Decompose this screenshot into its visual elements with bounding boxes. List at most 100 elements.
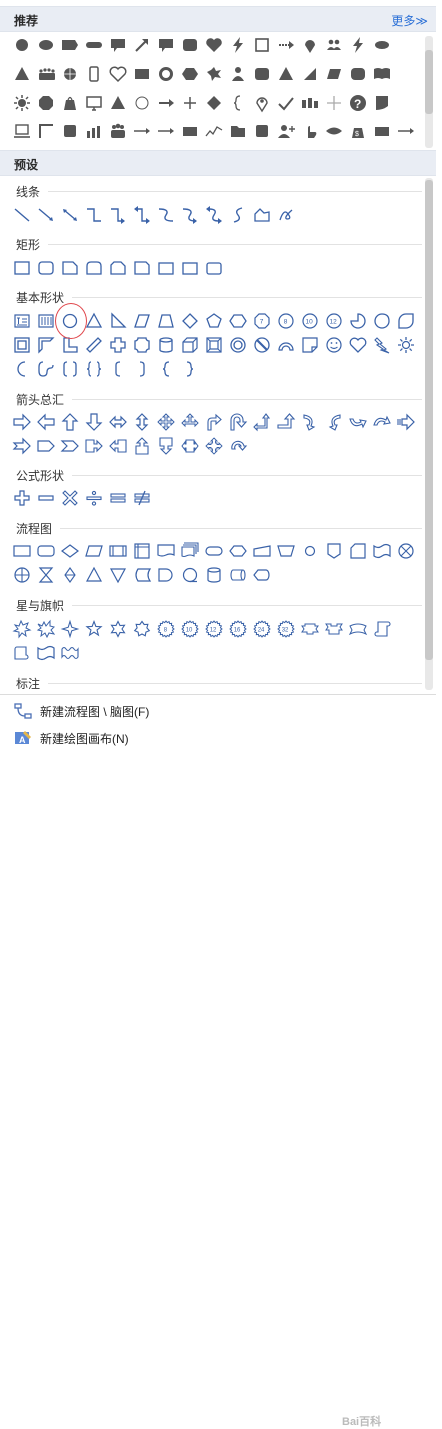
f-mult-icon[interactable] <box>59 487 81 509</box>
a-l-up-icon[interactable] <box>251 411 273 433</box>
fc-tape-icon[interactable] <box>371 540 393 562</box>
b-pie-icon[interactable] <box>347 310 369 332</box>
b-pent-icon[interactable] <box>203 310 225 332</box>
ribbon-down-icon[interactable] <box>323 618 345 640</box>
b-snip-r-icon[interactable] <box>131 257 153 279</box>
b-l-shape-icon[interactable] <box>59 334 81 356</box>
fc-disk-icon[interactable] <box>203 564 225 586</box>
b-snip1-icon[interactable] <box>59 257 81 279</box>
a-bent-icon[interactable] <box>203 411 225 433</box>
b-tri-icon[interactable] <box>83 310 105 332</box>
star-7-5-icon[interactable] <box>131 618 153 640</box>
fc-manual-op-icon[interactable] <box>275 540 297 562</box>
wave1-icon[interactable] <box>35 642 57 664</box>
fc-data-icon[interactable] <box>83 540 105 562</box>
a-bent-up-icon[interactable] <box>275 411 297 433</box>
fc-process-icon[interactable] <box>11 540 33 562</box>
b-bracket-pair-icon[interactable] <box>59 358 81 380</box>
a-striped-icon[interactable] <box>395 411 417 433</box>
star-num-10-icon[interactable]: 10 <box>179 618 201 640</box>
fc-display-icon[interactable] <box>251 564 273 586</box>
fc-merge-icon[interactable] <box>107 564 129 586</box>
fc-card-icon[interactable] <box>347 540 369 562</box>
a-curve-d-icon[interactable] <box>371 411 393 433</box>
b-textbox-icon[interactable] <box>11 310 33 332</box>
a-callout-d-icon[interactable] <box>155 435 177 457</box>
b-leaf-icon[interactable] <box>395 310 417 332</box>
freeform-icon[interactable] <box>251 204 273 226</box>
fc-term-icon[interactable] <box>203 540 225 562</box>
b-r-bracket-icon[interactable] <box>131 358 153 380</box>
fc-internal-icon[interactable] <box>131 540 153 562</box>
fc-manual-icon[interactable] <box>251 540 273 562</box>
fc-or-icon[interactable] <box>11 564 33 586</box>
f-plus-icon[interactable] <box>11 487 33 509</box>
expl2-icon[interactable] <box>35 618 57 640</box>
fc-alt-icon[interactable] <box>35 540 57 562</box>
a-curve-l-icon[interactable] <box>323 411 345 433</box>
a-u-d-icon[interactable] <box>131 411 153 433</box>
b-cross-icon[interactable] <box>107 334 129 356</box>
a-callout-r-icon[interactable] <box>83 435 105 457</box>
b-sun-icon[interactable] <box>395 334 417 356</box>
b-circle-icon[interactable] <box>59 310 81 332</box>
b-l-bracket-icon[interactable] <box>107 358 129 380</box>
preset-scroll-thumb[interactable] <box>425 180 433 660</box>
a-r-icon[interactable] <box>11 411 33 433</box>
star-num-16-icon[interactable]: 16 <box>227 618 249 640</box>
elbow-a-a-icon[interactable] <box>131 204 153 226</box>
b-no-icon[interactable] <box>251 334 273 356</box>
scribble-icon[interactable] <box>275 204 297 226</box>
new-canvas-button[interactable]: A 新建绘图画布(N) <box>14 727 129 749</box>
line-arr-icon[interactable] <box>35 204 57 226</box>
f-minus-icon[interactable] <box>35 487 57 509</box>
b-moon-icon[interactable] <box>11 358 33 380</box>
b-num-c-10-icon[interactable]: 10 <box>299 310 321 332</box>
a-circular-icon[interactable] <box>227 435 249 457</box>
b-r-brace-icon[interactable] <box>179 358 201 380</box>
a-pentagon-icon[interactable] <box>35 435 57 457</box>
scroll-v-icon[interactable] <box>371 618 393 640</box>
preset-scrollbar[interactable] <box>425 178 433 690</box>
fc-conn-icon[interactable] <box>299 540 321 562</box>
fc-multi-doc-icon[interactable] <box>179 540 201 562</box>
b-para-icon[interactable] <box>131 310 153 332</box>
f-neq-icon[interactable] <box>131 487 153 509</box>
b-plaque-icon[interactable] <box>131 334 153 356</box>
b-arc-icon[interactable] <box>275 334 297 356</box>
b-half-frame-icon[interactable] <box>35 334 57 356</box>
a-callout-l-icon[interactable] <box>107 435 129 457</box>
b-tear-icon[interactable] <box>371 310 393 332</box>
b-r-rect2-icon[interactable] <box>203 257 225 279</box>
fc-sum-junction-icon[interactable] <box>395 540 417 562</box>
f-eq-icon[interactable] <box>107 487 129 509</box>
expl1-icon[interactable] <box>11 618 33 640</box>
a-d-icon[interactable] <box>83 411 105 433</box>
elbow-a-icon[interactable] <box>107 204 129 226</box>
b-v-textbox-icon[interactable] <box>35 310 57 332</box>
b-r-rect-icon[interactable] <box>35 257 57 279</box>
b-frame-icon[interactable] <box>11 334 33 356</box>
b-donut-icon[interactable] <box>227 334 249 356</box>
curve-a-a-icon[interactable] <box>203 204 225 226</box>
b-trap-icon[interactable] <box>155 310 177 332</box>
b-l-brace-icon[interactable] <box>155 358 177 380</box>
b-heart-icon[interactable] <box>347 334 369 356</box>
a-l-r-u-icon[interactable] <box>179 411 201 433</box>
fc-decision-icon[interactable] <box>59 540 81 562</box>
fc-prep-icon[interactable] <box>227 540 249 562</box>
b-diamond-icon[interactable] <box>179 310 201 332</box>
b-num-c-8-icon[interactable]: 8 <box>275 310 297 332</box>
star-4-2.5-icon[interactable] <box>59 618 81 640</box>
fc-direct-icon[interactable] <box>227 564 249 586</box>
b-rect2-icon[interactable] <box>179 257 201 279</box>
a-callout-l-r-icon[interactable] <box>179 435 201 457</box>
a-l-icon[interactable] <box>35 411 57 433</box>
b-bevel-icon[interactable] <box>203 334 225 356</box>
b-hex-icon[interactable] <box>227 310 249 332</box>
fc-sort-icon[interactable] <box>59 564 81 586</box>
b-smile-icon[interactable] <box>323 334 345 356</box>
b-rect2-icon[interactable] <box>155 257 177 279</box>
star-6-4-icon[interactable] <box>107 618 129 640</box>
b-can-icon[interactable] <box>155 334 177 356</box>
